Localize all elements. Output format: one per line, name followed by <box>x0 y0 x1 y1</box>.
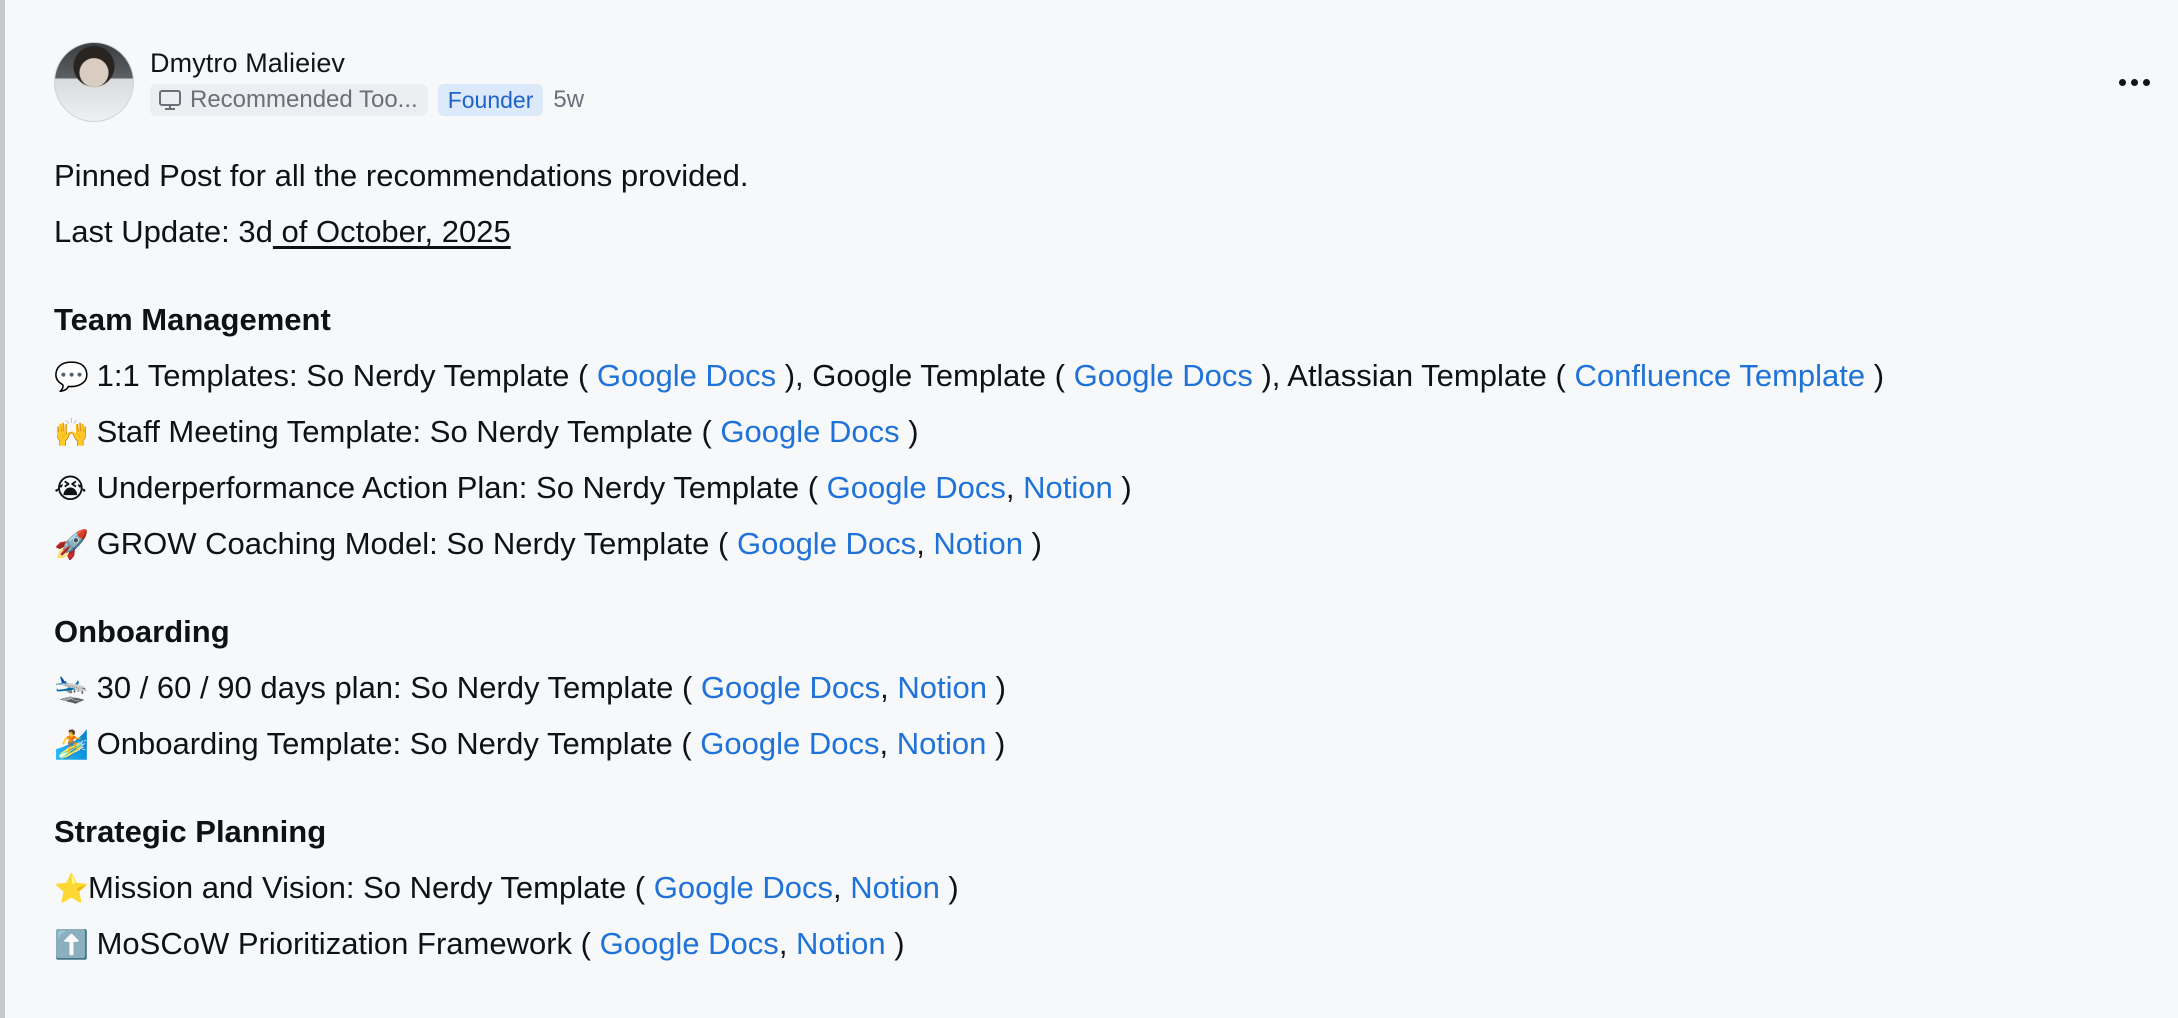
space-label: Recommended Too... <box>190 86 418 113</box>
item-text: ) <box>899 414 919 449</box>
link-google-docs[interactable]: Google Docs <box>700 726 879 761</box>
section-title-strategic-planning: Strategic Planning <box>54 814 327 849</box>
link-google-docs[interactable]: Google Docs <box>1074 358 1253 393</box>
item-separator: , <box>879 726 897 761</box>
item-text: ) <box>1023 526 1042 561</box>
left-border <box>0 0 5 1018</box>
list-item: ⭐Mission and Vision: So Nerdy Template (… <box>54 860 2154 916</box>
item-separator: , <box>880 670 898 705</box>
item-text: 1:1 Templates: So Nerdy Template ( <box>88 358 597 393</box>
surfer-icon: 🏄 <box>54 728 89 761</box>
item-separator: , <box>832 870 851 905</box>
item-separator: , <box>916 526 934 561</box>
post-body: Pinned Post for all the recommendations … <box>54 148 2154 972</box>
link-notion[interactable]: Notion <box>850 870 940 905</box>
last-update-prefix: Last Update: 3d <box>54 214 273 249</box>
item-text: ) <box>885 926 905 961</box>
more-horizontal-icon <box>2118 78 2126 86</box>
item-text: ) <box>986 670 1006 705</box>
post-header: Dmytro Malieiev Recommended Too... Found… <box>54 42 2154 126</box>
pinned-post: Dmytro Malieiev Recommended Too... Found… <box>54 42 2154 972</box>
star-icon: ⭐ <box>54 872 89 905</box>
post-age: 5w <box>553 86 585 113</box>
airplane-arrival-icon: 🛬 <box>54 672 89 705</box>
item-separator: , <box>1005 470 1024 505</box>
role-badge: Founder <box>437 84 544 116</box>
rocket-icon: 🚀 <box>54 528 89 561</box>
space-chip[interactable]: Recommended Too... <box>150 84 428 116</box>
link-notion[interactable]: Notion <box>933 526 1023 561</box>
list-item: 😭 Underperformance Action Plan: So Nerdy… <box>54 460 2154 516</box>
more-horizontal-icon-dot <box>2130 78 2138 86</box>
item-text: ) <box>1865 358 1885 393</box>
more-horizontal-icon-dot <box>2142 78 2150 86</box>
link-notion[interactable]: Notion <box>796 926 886 961</box>
link-google-docs[interactable]: Google Docs <box>827 470 1006 505</box>
avatar[interactable] <box>54 42 134 122</box>
link-google-docs[interactable]: Google Docs <box>701 670 880 705</box>
link-google-docs[interactable]: Google Docs <box>720 414 899 449</box>
item-text: ) <box>1112 470 1132 505</box>
up-arrow-icon: ⬆️ <box>54 928 89 961</box>
intro-line: Pinned Post for all the recommendations … <box>54 158 749 193</box>
more-options-button[interactable] <box>2114 70 2154 94</box>
list-item: 🛬 30 / 60 / 90 days plan: So Nerdy Templ… <box>54 660 2154 716</box>
list-item: 🙌 Staff Meeting Template: So Nerdy Templ… <box>54 404 2154 460</box>
link-google-docs[interactable]: Google Docs <box>600 926 779 961</box>
last-update-date: of October, 2025 <box>272 214 511 249</box>
monitor-icon <box>158 88 182 112</box>
item-text: ), Atlassian Template ( <box>1252 358 1575 393</box>
item-separator: , <box>778 926 797 961</box>
link-notion[interactable]: Notion <box>1023 470 1113 505</box>
post-meta: Recommended Too... Founder 5w <box>150 84 584 116</box>
list-item: 🏄 Onboarding Template: So Nerdy Template… <box>54 716 2154 772</box>
speech-bubble-icon: 💬 <box>54 360 89 393</box>
item-text: Staff Meeting Template: So Nerdy Templat… <box>88 414 721 449</box>
item-text: MoSCoW Prioritization Framework ( <box>88 926 600 961</box>
link-confluence-template[interactable]: Confluence Template <box>1574 358 1865 393</box>
item-text: ), Google Template ( <box>776 358 1074 393</box>
item-text: ) <box>986 726 1006 761</box>
item-text: Mission and Vision: So Nerdy Template ( <box>88 870 654 905</box>
list-item: 🚀 GROW Coaching Model: So Nerdy Template… <box>54 516 2154 572</box>
link-google-docs[interactable]: Google Docs <box>654 870 833 905</box>
section-title-team-management: Team Management <box>54 302 331 337</box>
item-text: Onboarding Template: So Nerdy Template ( <box>88 726 701 761</box>
raised-hands-icon: 🙌 <box>54 416 89 449</box>
item-text: 30 / 60 / 90 days plan: So Nerdy Templat… <box>88 670 701 705</box>
item-text: ) <box>939 870 959 905</box>
item-text: Underperformance Action Plan: So Nerdy T… <box>88 470 827 505</box>
list-item: 💬 1:1 Templates: So Nerdy Template ( Goo… <box>54 348 2154 404</box>
list-item: ⬆️ MoSCoW Prioritization Framework ( Goo… <box>54 916 2154 972</box>
last-update-line: Last Update: 3d of October, 2025 <box>54 204 2154 260</box>
link-google-docs[interactable]: Google Docs <box>597 358 776 393</box>
link-notion[interactable]: Notion <box>897 670 987 705</box>
item-text: GROW Coaching Model: So Nerdy Template ( <box>88 526 737 561</box>
link-notion[interactable]: Notion <box>897 726 987 761</box>
section-title-onboarding: Onboarding <box>54 614 230 649</box>
author-name[interactable]: Dmytro Malieiev <box>150 48 345 79</box>
link-google-docs[interactable]: Google Docs <box>737 526 916 561</box>
crying-face-icon: 😭 <box>54 472 87 505</box>
